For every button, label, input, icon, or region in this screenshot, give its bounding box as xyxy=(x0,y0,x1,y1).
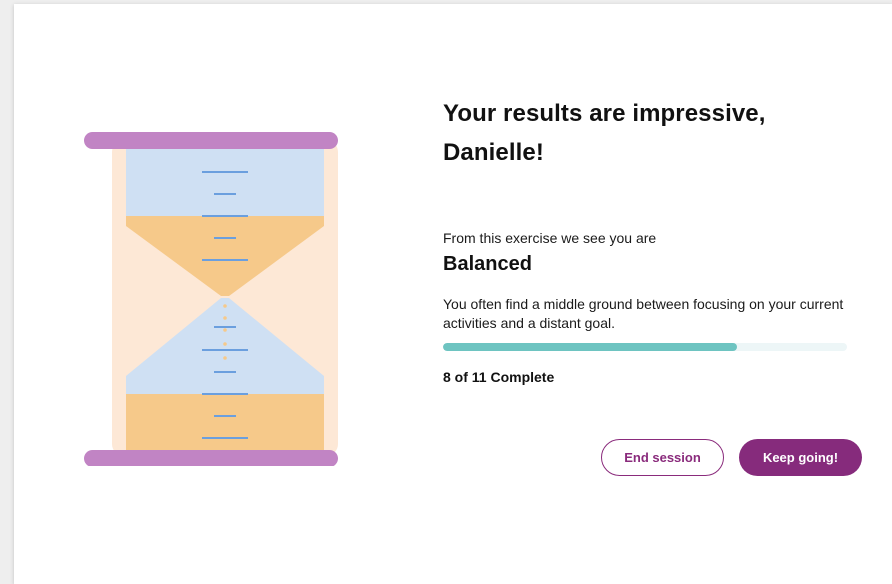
progress-bar xyxy=(443,343,847,351)
progress-bar-fill xyxy=(443,343,737,351)
keep-going-button[interactable]: Keep going! xyxy=(739,439,862,476)
results-headline: Your results are impressive, Danielle! xyxy=(443,100,766,166)
result-intro: From this exercise we see you are xyxy=(443,230,657,246)
hourglass-icon xyxy=(84,132,338,467)
result-type: Balanced xyxy=(443,253,532,275)
hourglass-illustration xyxy=(84,126,340,467)
end-session-button[interactable]: End session xyxy=(601,439,724,476)
results-card: Your results are impressive, Danielle! F… xyxy=(14,4,892,584)
progress-label: 8 of 11 Complete xyxy=(443,369,555,385)
result-description: You often find a middle ground between f… xyxy=(443,296,844,331)
results-panel: Your results are impressive, Danielle! F… xyxy=(443,94,862,476)
